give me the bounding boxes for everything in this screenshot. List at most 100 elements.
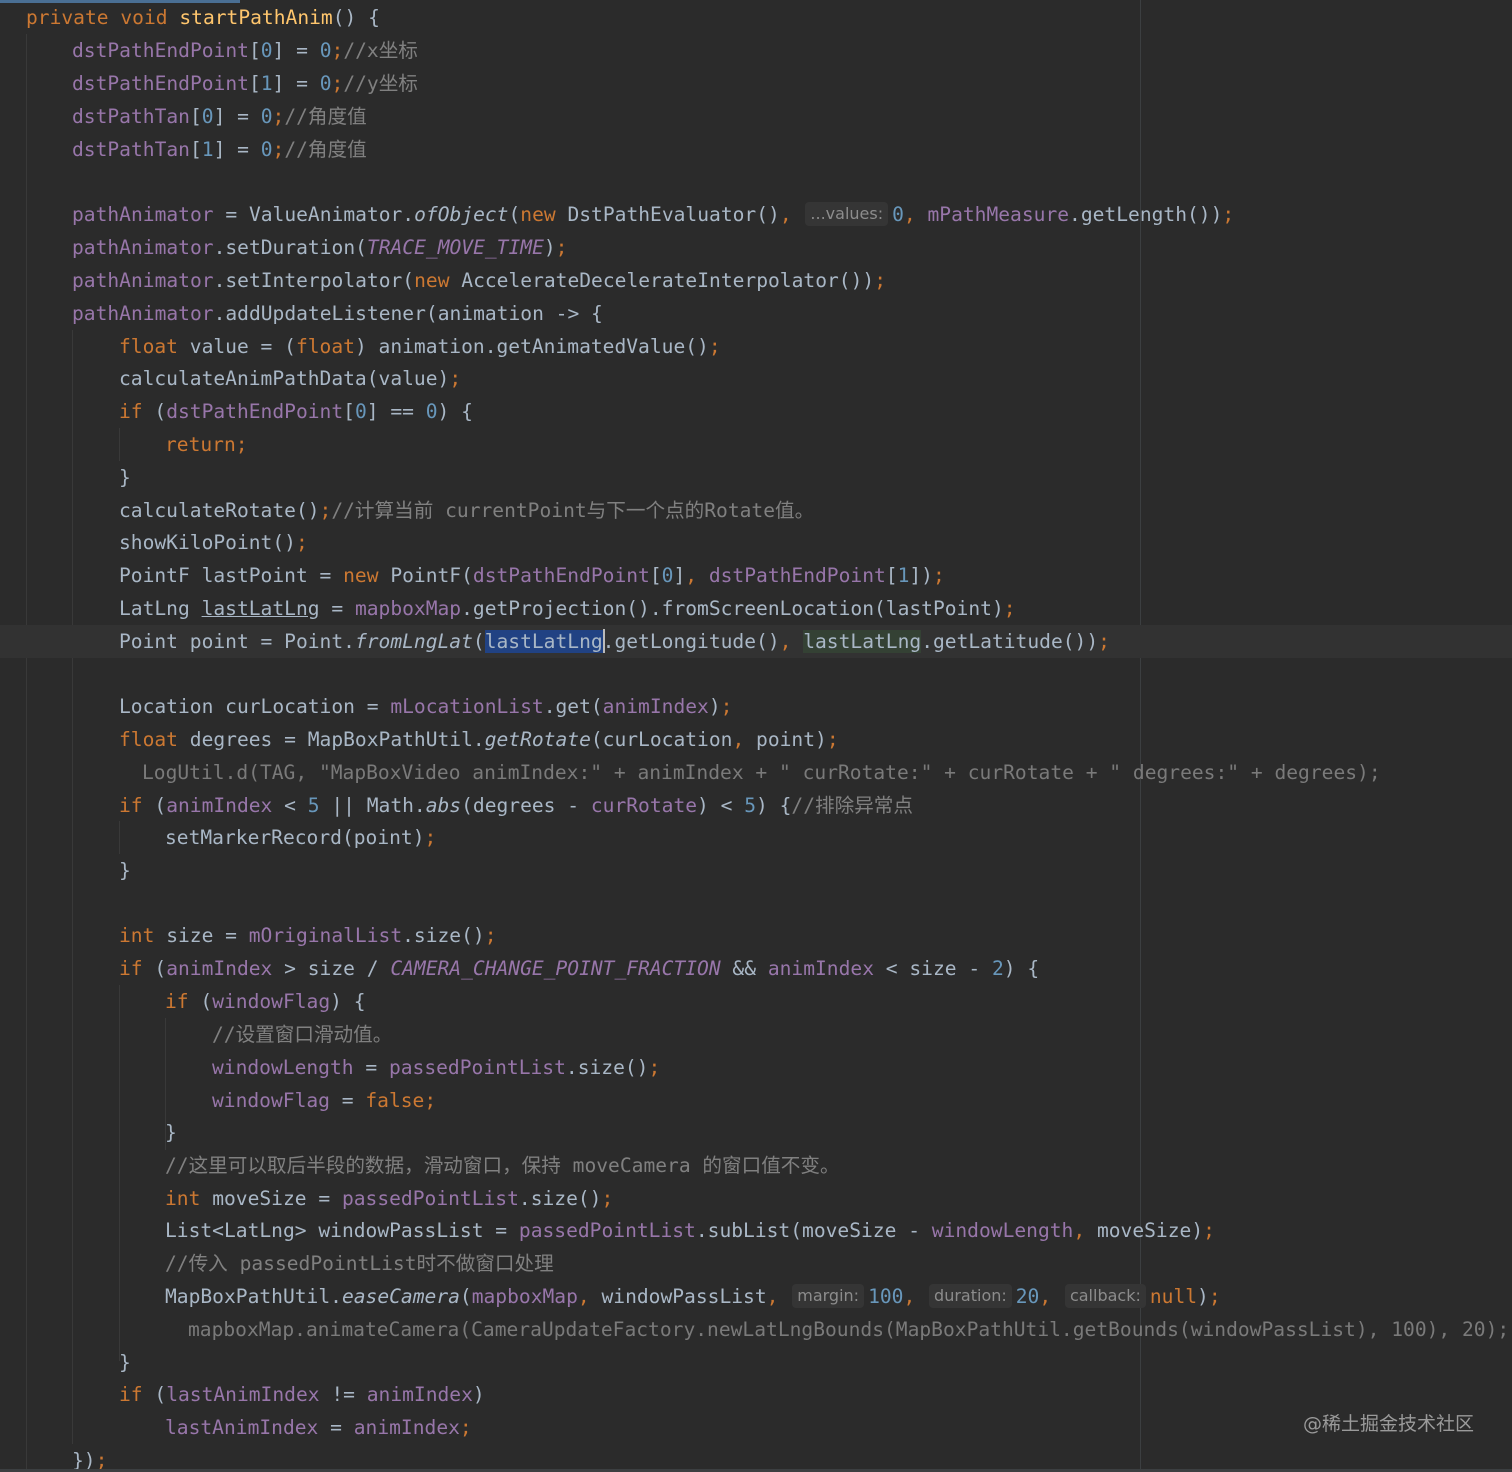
code-line[interactable]: calculateRotate();//计算当前 currentPoint与下一… xyxy=(0,494,1512,527)
code-line[interactable]: } xyxy=(0,1346,1512,1379)
code-keyword: , xyxy=(577,1285,602,1308)
code-line[interactable]: Point point = Point.fromLngLat(lastLatLn… xyxy=(0,625,1512,658)
code-token: showKiloPoint() xyxy=(119,531,296,554)
code-line[interactable]: dstPathTan[0] = 0;//角度值 xyxy=(0,100,1512,133)
code-line[interactable]: List<LatLng> windowPassList = passedPoin… xyxy=(0,1214,1512,1247)
code-line[interactable]: calculateAnimPathData(value); xyxy=(0,362,1512,395)
code-field: windowFlag xyxy=(212,1089,330,1112)
code-comment: //角度值 xyxy=(284,138,367,161)
code-line[interactable]: //这里可以取后半段的数据，滑动窗口，保持 moveCamera 的窗口值不变。 xyxy=(0,1149,1512,1182)
code-token: ) { xyxy=(437,400,473,423)
code-line[interactable]: PointF lastPoint = new PointF(dstPathEnd… xyxy=(0,559,1512,592)
code-field: animIndex xyxy=(166,957,273,980)
code-number: 0 xyxy=(319,72,332,95)
code-line[interactable]: MapBoxPathUtil.easeCamera(mapboxMap, win… xyxy=(0,1280,1512,1313)
code-line[interactable]: float degrees = MapBoxPathUtil.getRotate… xyxy=(0,723,1512,756)
code-field: pathAnimator xyxy=(72,269,214,292)
code-line[interactable]: pathAnimator = ValueAnimator.ofObject(ne… xyxy=(0,198,1512,231)
code-token: ( xyxy=(508,203,521,226)
code-line[interactable]: setMarkerRecord(point); xyxy=(0,821,1512,854)
code-token: ) < xyxy=(697,794,745,817)
code-line[interactable]: //设置窗口滑动值。 xyxy=(0,1018,1512,1051)
code-line[interactable]: if (dstPathEndPoint[0] == 0) { xyxy=(0,395,1512,428)
code-line[interactable]: if (animIndex > size / CAMERA_CHANGE_POI… xyxy=(0,952,1512,985)
code-number: 0 xyxy=(319,39,332,62)
code-field: mOriginalList xyxy=(248,924,403,947)
code-token: ( xyxy=(459,1285,472,1308)
code-line[interactable]: } xyxy=(0,854,1512,887)
code-line[interactable]: windowFlag = false; xyxy=(0,1084,1512,1117)
code-token: } xyxy=(119,859,131,882)
code-token: ] = xyxy=(213,105,261,128)
code-number: 5 xyxy=(307,794,320,817)
code-field: windowFlag xyxy=(212,990,331,1013)
code-line[interactable]: Location curLocation = mLocationList.get… xyxy=(0,690,1512,723)
code-keyword: null xyxy=(1149,1285,1198,1308)
code-editor[interactable]: private void startPathAnim() {dstPathEnd… xyxy=(0,0,1512,1472)
code-line[interactable]: return; xyxy=(0,428,1512,461)
code-field: mapboxMap xyxy=(471,1285,578,1308)
code-line[interactable]: LatLng lastLatLng = mapboxMap.getProject… xyxy=(0,592,1512,625)
code-line[interactable]: dstPathTan[1] = 0;//角度值 xyxy=(0,133,1512,166)
code-line[interactable]: int moveSize = passedPointList.size(); xyxy=(0,1182,1512,1215)
code-number: 5 xyxy=(744,794,757,817)
code-field: animIndex xyxy=(767,957,874,980)
code-comment: //计算当前 currentPoint与下一个点的Rotate值。 xyxy=(331,499,815,522)
code-token: degrees = MapBoxPathUtil. xyxy=(189,728,485,751)
code-line[interactable] xyxy=(0,657,1512,690)
code-line[interactable]: } xyxy=(0,461,1512,494)
code-token: abs xyxy=(425,794,462,817)
code-line[interactable] xyxy=(0,166,1512,199)
code-line[interactable]: pathAnimator.setInterpolator(new Acceler… xyxy=(0,264,1512,297)
code-line[interactable]: if (animIndex < 5 || Math.abs(degrees - … xyxy=(0,789,1512,822)
code-keyword: , xyxy=(903,1285,928,1308)
code-token: ] = xyxy=(213,138,261,161)
code-token: () { xyxy=(332,6,380,29)
code-comment: //传入 passedPointList时不做窗口处理 xyxy=(165,1252,554,1275)
code-line[interactable]: windowLength = passedPointList.size(); xyxy=(0,1051,1512,1084)
code-token: ] xyxy=(673,564,686,587)
selected-text: lastLatLng xyxy=(484,630,603,653)
code-line[interactable] xyxy=(0,887,1512,920)
code-line[interactable]: //传入 passedPointList时不做窗口处理 xyxy=(0,1247,1512,1280)
code-line[interactable]: if (windowFlag) { xyxy=(0,985,1512,1018)
code-line[interactable]: dstPathEndPoint[0] = 0;//x坐标 xyxy=(0,34,1512,67)
code-token: LogUtil.d(TAG, "MapBoxVideo animIndex:" … xyxy=(142,761,1381,784)
code-keyword: ; xyxy=(555,236,568,259)
code-line[interactable]: LogUtil.d(TAG, "MapBoxVideo animIndex:" … xyxy=(0,756,1512,789)
code-field: mPathMeasure xyxy=(927,203,1070,226)
code-keyword: ; xyxy=(1208,1285,1221,1308)
code-token: < xyxy=(272,794,308,817)
code-comment: //角度值 xyxy=(284,105,367,128)
code-keyword: , xyxy=(732,728,757,751)
code-keyword: if xyxy=(119,794,155,817)
code-token: value = ( xyxy=(189,335,296,358)
code-token: .size() xyxy=(565,1056,649,1079)
code-line[interactable]: pathAnimator.addUpdateListener(animation… xyxy=(0,297,1512,330)
code-line[interactable]: lastAnimIndex = animIndex; xyxy=(0,1411,1512,1444)
code-token: (degrees - xyxy=(461,794,591,817)
code-token: .size() xyxy=(402,924,485,947)
code-field: dstPathEndPoint xyxy=(708,564,886,587)
code-line[interactable]: pathAnimator.setDuration(TRACE_MOVE_TIME… xyxy=(0,231,1512,264)
code-token: .subList(moveSize - xyxy=(695,1219,932,1242)
code-line[interactable]: int size = mOriginalList.size(); xyxy=(0,919,1512,952)
code-token: DstPathEvaluator() xyxy=(567,203,780,226)
code-line[interactable]: }); xyxy=(0,1444,1512,1472)
code-line[interactable]: dstPathEndPoint[1] = 0;//y坐标 xyxy=(0,67,1512,100)
code-token: [ xyxy=(343,400,355,423)
code-token: ( xyxy=(472,630,485,653)
code-keyword: ; xyxy=(1203,1219,1215,1242)
code-line[interactable]: } xyxy=(0,1116,1512,1149)
code-line[interactable]: private void startPathAnim() { xyxy=(0,1,1512,34)
code-token: Point point = Point. xyxy=(119,630,355,653)
code-line[interactable]: if (lastAnimIndex != animIndex) xyxy=(0,1378,1512,1411)
code-line[interactable]: showKiloPoint(); xyxy=(0,526,1512,559)
code-line[interactable]: float value = (float) animation.getAnima… xyxy=(0,330,1512,363)
code-token: getRotate xyxy=(484,728,591,751)
code-keyword: , xyxy=(1039,1285,1063,1308)
code-field: curRotate xyxy=(590,794,698,817)
code-keyword: ; xyxy=(331,72,344,95)
code-line[interactable]: mapboxMap.animateCamera(CameraUpdateFact… xyxy=(0,1313,1512,1346)
code-token: [ xyxy=(189,138,202,161)
